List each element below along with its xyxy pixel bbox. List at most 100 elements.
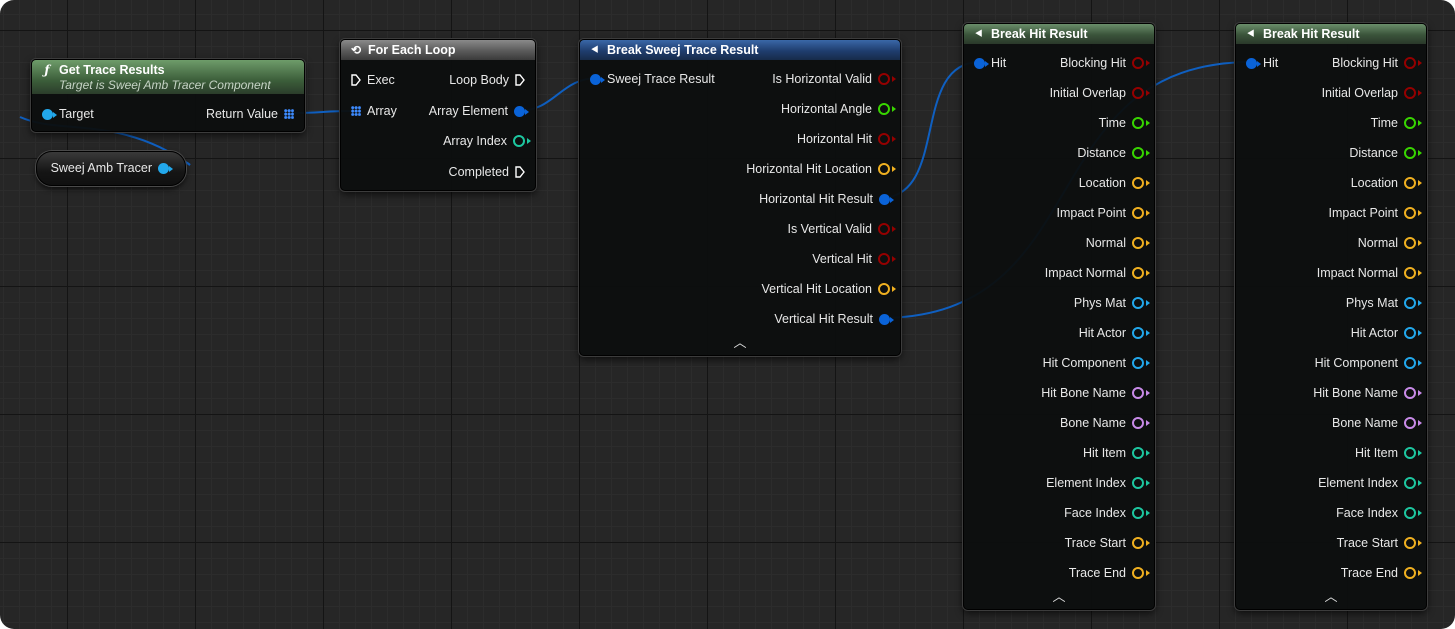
pin-normal[interactable]: Normal [1086, 234, 1150, 252]
pin-horizontal-hit-result[interactable]: Horizontal Hit Result [759, 190, 894, 208]
for-each-loop-node[interactable]: ⟲ For Each Loop Exec Array Loop Body Arra… [340, 39, 536, 191]
pin-face-index[interactable]: Face Index [1336, 504, 1422, 522]
bool-pin[interactable] [1132, 57, 1150, 69]
vector-pin[interactable] [1404, 177, 1422, 189]
pin-vertical-hit[interactable]: Vertical Hit [812, 250, 896, 268]
pin-impact-point[interactable]: Impact Point [1329, 204, 1422, 222]
pin-hit-component[interactable]: Hit Component [1315, 354, 1422, 372]
pin-time[interactable]: Time [1099, 114, 1150, 132]
break-hit-result-node-2[interactable]: ⯇ Break Hit Result Hit Blocking Hit Initia… [1235, 23, 1427, 610]
collapse-chevron-icon[interactable]: ︿ [1052, 586, 1065, 605]
pin-hit-item[interactable]: Hit Item [1083, 444, 1150, 462]
struct-pin[interactable] [590, 73, 605, 85]
pin-loop-body[interactable]: Loop Body [449, 71, 525, 89]
float-pin[interactable] [1404, 117, 1422, 129]
pin-return-value[interactable]: Return Value [206, 105, 294, 123]
pin-hit-item[interactable]: Hit Item [1355, 444, 1422, 462]
pin-horizontal-hit-location[interactable]: Horizontal Hit Location [746, 160, 896, 178]
pin-location[interactable]: Location [1351, 174, 1422, 192]
pin-hit[interactable]: Hit [974, 54, 1006, 72]
bool-pin[interactable] [878, 133, 896, 145]
name-pin[interactable] [1132, 387, 1150, 399]
pin-element-index[interactable]: Element Index [1318, 474, 1422, 492]
bool-pin[interactable] [1404, 87, 1422, 99]
vector-pin[interactable] [1404, 537, 1422, 549]
pin-location[interactable]: Location [1079, 174, 1150, 192]
pin-initial-overlap[interactable]: Initial Overlap [1050, 84, 1150, 102]
array-pin[interactable] [351, 106, 361, 116]
vector-pin[interactable] [1132, 237, 1150, 249]
vector-pin[interactable] [1404, 267, 1422, 279]
vector-pin[interactable] [878, 163, 896, 175]
pin-sweej-trace-result[interactable]: Sweej Trace Result [590, 70, 715, 88]
vector-pin[interactable] [1132, 267, 1150, 279]
pin-distance[interactable]: Distance [1077, 144, 1150, 162]
object-pin[interactable] [1404, 327, 1422, 339]
object-pin[interactable] [158, 162, 173, 174]
break-sweej-trace-result-node[interactable]: ⯇ Break Sweej Trace Result Sweej Trace Re… [579, 39, 901, 356]
pin-trace-start[interactable]: Trace Start [1337, 534, 1422, 552]
pin-target[interactable]: Target [42, 105, 94, 123]
exec-pin[interactable] [515, 166, 525, 178]
pin-trace-start[interactable]: Trace Start [1065, 534, 1150, 552]
object-pin[interactable] [1404, 357, 1422, 369]
pin-is-horizontal-valid[interactable]: Is Horizontal Valid [772, 70, 896, 88]
object-pin[interactable] [1404, 297, 1422, 309]
collapse-chevron-icon[interactable]: ︿ [1324, 586, 1337, 605]
pin-vertical-hit-result[interactable]: Vertical Hit Result [774, 310, 894, 328]
pin-array-element[interactable]: Array Element [429, 102, 529, 120]
name-pin[interactable] [1404, 387, 1422, 399]
bool-pin[interactable] [1132, 87, 1150, 99]
object-pin[interactable] [1132, 297, 1150, 309]
vector-pin[interactable] [1132, 207, 1150, 219]
blueprint-graph-canvas[interactable]: Sweej Amb Tracer ƒ Get Trace Results Targ… [0, 0, 1455, 629]
object-pin[interactable] [1132, 327, 1150, 339]
vector-pin[interactable] [1132, 537, 1150, 549]
pin-distance[interactable]: Distance [1349, 144, 1422, 162]
vector-pin[interactable] [878, 283, 896, 295]
name-pin[interactable] [1132, 417, 1150, 429]
pin-trace-end[interactable]: Trace End [1069, 564, 1150, 582]
pin-bone-name[interactable]: Bone Name [1332, 414, 1422, 432]
pin-is-vertical-valid[interactable]: Is Vertical Valid [787, 220, 896, 238]
pin-blocking-hit[interactable]: Blocking Hit [1332, 54, 1422, 72]
pin-hit-bone-name[interactable]: Hit Bone Name [1041, 384, 1150, 402]
struct-pin[interactable] [879, 313, 894, 325]
vector-pin[interactable] [1404, 237, 1422, 249]
name-pin[interactable] [1404, 417, 1422, 429]
pin-vertical-hit-location[interactable]: Vertical Hit Location [762, 280, 896, 298]
exec-pin[interactable] [351, 74, 361, 86]
object-pin[interactable] [1132, 357, 1150, 369]
pin-time[interactable]: Time [1371, 114, 1422, 132]
int-pin[interactable] [1404, 507, 1422, 519]
object-pin[interactable] [42, 108, 57, 120]
pin-hit[interactable]: Hit [1246, 54, 1278, 72]
vector-pin[interactable] [1132, 567, 1150, 579]
int-pin[interactable] [1132, 447, 1150, 459]
vector-pin[interactable] [1404, 567, 1422, 579]
float-pin[interactable] [1132, 147, 1150, 159]
pin-horizontal-hit[interactable]: Horizontal Hit [797, 130, 896, 148]
int-pin[interactable] [1132, 507, 1150, 519]
int-pin[interactable] [1404, 447, 1422, 459]
struct-pin[interactable] [1246, 57, 1261, 69]
pin-hit-component[interactable]: Hit Component [1043, 354, 1150, 372]
pin-bone-name[interactable]: Bone Name [1060, 414, 1150, 432]
bool-pin[interactable] [878, 253, 896, 265]
float-pin[interactable] [1404, 147, 1422, 159]
array-pin[interactable] [284, 109, 294, 119]
pin-element-index[interactable]: Element Index [1046, 474, 1150, 492]
pin-hit-actor[interactable]: Hit Actor [1079, 324, 1150, 342]
pin-phys-mat[interactable]: Phys Mat [1346, 294, 1422, 312]
collapse-chevron-icon[interactable]: ︿ [733, 332, 746, 351]
pin-horizontal-angle[interactable]: Horizontal Angle [781, 100, 896, 118]
pin-hit-actor[interactable]: Hit Actor [1351, 324, 1422, 342]
pin-impact-point[interactable]: Impact Point [1057, 204, 1150, 222]
pin-array[interactable]: Array [351, 102, 397, 120]
break-hit-result-node-1[interactable]: ⯇ Break Hit Result Hit Blocking Hit Initia… [963, 23, 1155, 610]
pin-normal[interactable]: Normal [1358, 234, 1422, 252]
pin-face-index[interactable]: Face Index [1064, 504, 1150, 522]
sweej-amb-tracer-variable-node[interactable]: Sweej Amb Tracer [36, 151, 186, 186]
pin-initial-overlap[interactable]: Initial Overlap [1322, 84, 1422, 102]
pin-impact-normal[interactable]: Impact Normal [1317, 264, 1422, 282]
